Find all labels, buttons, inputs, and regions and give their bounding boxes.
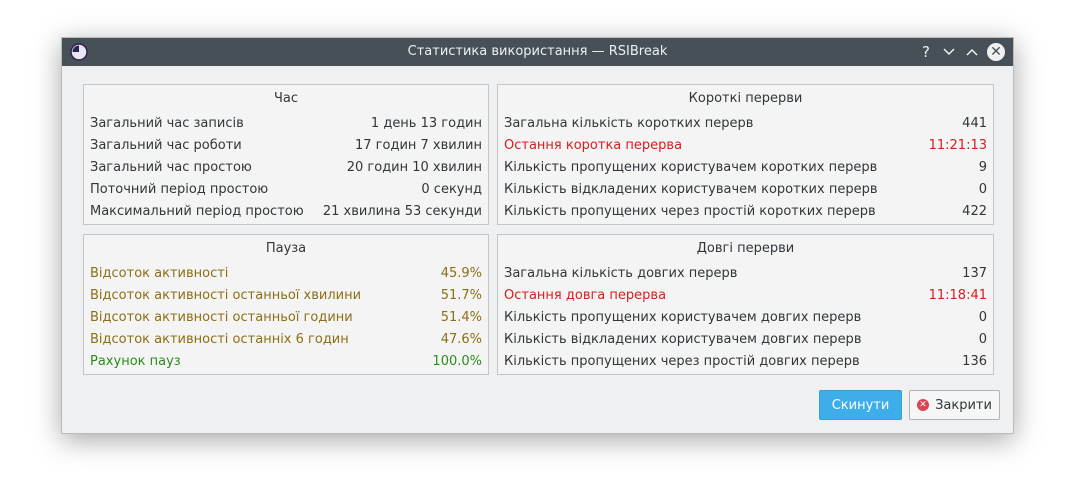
close-icon: ✕ (917, 399, 930, 411)
row-label: Кількість відкладених користувачем корот… (504, 182, 878, 197)
table-row: Кількість пропущених користувачем довгих… (504, 308, 987, 328)
row-value: 137 (962, 266, 987, 281)
row-label: Відсоток активності останніх 6 годин (90, 332, 349, 347)
row-value: 20 годин 10 хвилин (346, 160, 482, 175)
row-value: 441 (962, 116, 987, 131)
row-value: 51.7% (440, 288, 482, 303)
minimize-icon[interactable] (939, 42, 959, 62)
close-button-label: Закрити (935, 397, 992, 413)
table-row: Відсоток активності 45.9% (90, 264, 482, 284)
row-label: Остання довга перерва (504, 288, 667, 303)
row-label: Кількість пропущених через простій довги… (504, 354, 860, 369)
maximize-icon[interactable] (962, 42, 982, 62)
row-label: Загальна кількість довгих перерв (504, 266, 738, 281)
row-label: Відсоток активності (90, 266, 229, 281)
pause-panel: Пауза Відсоток активності 45.9% Відсоток… (83, 234, 489, 375)
row-label: Кількість пропущених користувачем довгих… (504, 310, 862, 325)
row-value: 100.0% (432, 354, 482, 369)
table-row: Поточний період простою 0 секунд (90, 180, 482, 200)
row-label: Рахунок пауз (90, 354, 181, 369)
table-row: Відсоток активності останньої хвилини 51… (90, 286, 482, 306)
row-label: Відсоток активності останньої години (90, 310, 353, 325)
table-row: Рахунок пауз 100.0% (90, 352, 482, 372)
row-value: 47.6% (440, 332, 482, 347)
table-row: Кількість відкладених користувачем довги… (504, 330, 987, 350)
table-row: Остання коротка перерва 11:21:13 (504, 136, 987, 156)
row-value: 51.4% (440, 310, 482, 325)
row-value: 45.9% (440, 266, 482, 281)
table-row: Загальний час роботи 17 годин 7 хвилин (90, 136, 482, 156)
stats-dialog: Статистика використання — RSIBreak ? ✕ Ч… (61, 37, 1014, 434)
row-label: Загальний час записів (90, 116, 244, 131)
close-button[interactable]: ✕ Закрити (909, 390, 1000, 420)
row-value: 21 хвилина 53 секунди (322, 204, 482, 219)
row-value: 0 (978, 332, 987, 347)
long-breaks-panel: Довгі перерви Загальна кількість довгих … (497, 234, 994, 375)
short-breaks-panel: Короткі перерви Загальна кількість корот… (497, 84, 994, 225)
row-value: 9 (978, 160, 987, 175)
table-row: Кількість пропущених через простій довги… (504, 352, 987, 372)
row-label: Відсоток активності останньої хвилини (90, 288, 362, 303)
table-row: Відсоток активності останніх 6 годин 47.… (90, 330, 482, 350)
table-row: Відсоток активності останньої години 51.… (90, 308, 482, 328)
reset-button[interactable]: Скинути (819, 390, 902, 420)
row-label: Загальний час роботи (90, 138, 242, 153)
row-value: 17 годин 7 хвилин (355, 138, 482, 153)
row-value: 0 (978, 310, 987, 325)
row-value: 136 (962, 354, 987, 369)
table-row: Максимальний період простою 21 хвилина 5… (90, 202, 482, 222)
table-row: Остання довга перерва 11:18:41 (504, 286, 987, 306)
row-value: 11:18:41 (928, 288, 987, 303)
table-row: Кількість пропущених користувачем коротк… (504, 158, 987, 178)
time-panel: Час Загальний час записів 1 день 13 годи… (83, 84, 489, 225)
row-value: 1 день 13 годин (370, 116, 482, 131)
table-row: Загальна кількість довгих перерв 137 (504, 264, 987, 284)
panel-title: Пауза (265, 241, 307, 256)
row-label: Загальна кількість коротких перерв (504, 116, 754, 131)
row-label: Максимальний період простою (90, 204, 304, 219)
row-label: Кількість пропущених користувачем коротк… (504, 160, 878, 175)
row-label: Остання коротка перерва (504, 138, 683, 153)
table-row: Загальна кількість коротких перерв 441 (504, 114, 987, 134)
row-label: Кількість відкладених користувачем довги… (504, 332, 862, 347)
panel-title: Час (273, 91, 299, 106)
row-value: 422 (962, 204, 987, 219)
row-label: Загальний час простою (90, 160, 252, 175)
table-row: Кількість відкладених користувачем корот… (504, 180, 987, 200)
panel-title: Короткі перерви (688, 91, 803, 106)
table-row: Загальний час простою 20 годин 10 хвилин (90, 158, 482, 178)
table-row: Загальний час записів 1 день 13 годин (90, 114, 482, 134)
window-title: Статистика використання — RSIBreak (407, 44, 668, 59)
row-value: 11:21:13 (928, 138, 987, 153)
table-row: Кількість пропущених через простій корот… (504, 202, 987, 222)
row-label: Кількість пропущених через простій корот… (504, 204, 876, 219)
row-label: Поточний період простою (90, 182, 269, 197)
title-bar[interactable]: Статистика використання — RSIBreak ? ✕ (62, 38, 1013, 66)
close-icon[interactable]: ✕ (987, 43, 1005, 61)
row-value: 0 (978, 182, 987, 197)
row-value: 0 секунд (421, 182, 482, 197)
panel-title: Довгі перерви (696, 241, 795, 256)
help-icon[interactable]: ? (916, 42, 936, 62)
